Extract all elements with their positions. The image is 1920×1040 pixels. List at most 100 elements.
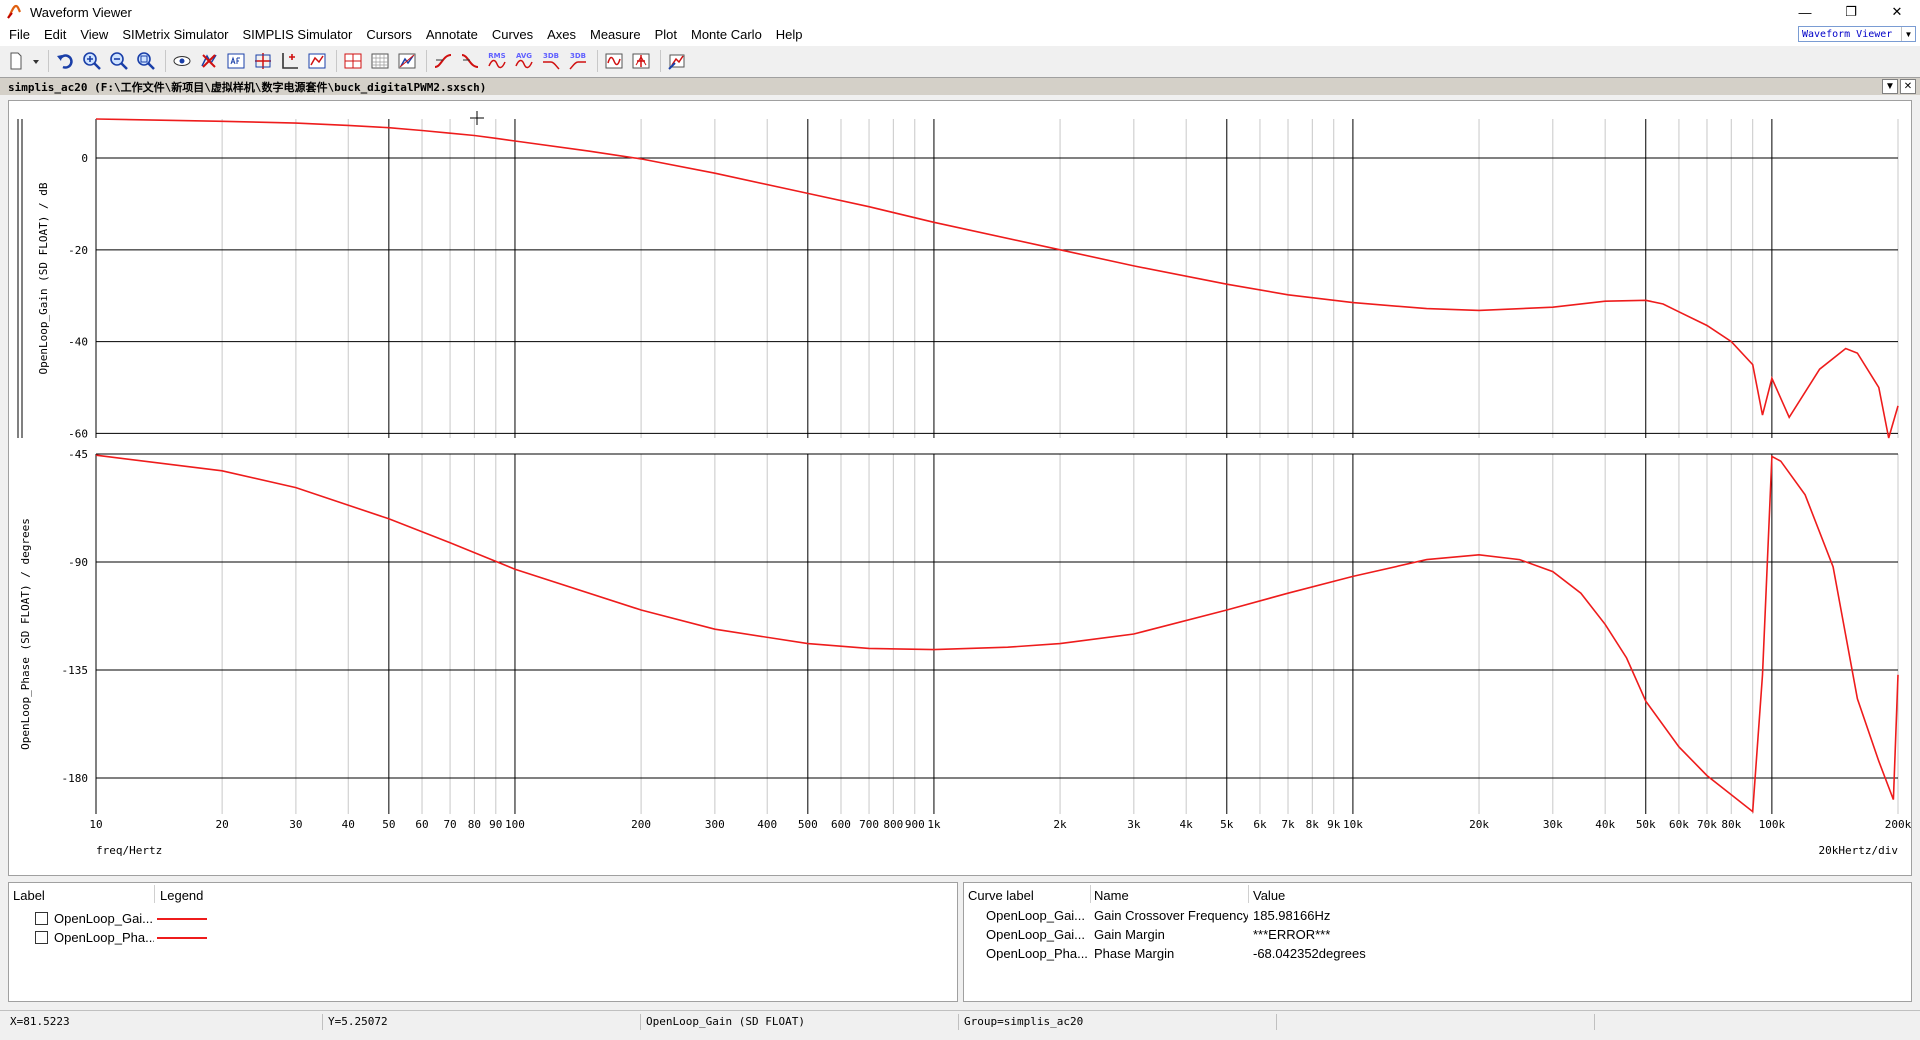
x-tick-label: 20 bbox=[215, 818, 228, 831]
meas-header-curve-label[interactable]: Curve label bbox=[968, 888, 1034, 903]
toolbar-separator bbox=[336, 50, 337, 72]
chart-measure-icon[interactable] bbox=[395, 49, 419, 73]
zoom-out-icon[interactable] bbox=[107, 49, 131, 73]
toolbar: RMS AVG 3DB 3DB bbox=[0, 46, 1920, 76]
column-divider[interactable] bbox=[154, 885, 155, 903]
grid-icon[interactable] bbox=[368, 49, 392, 73]
fall-icon[interactable] bbox=[458, 49, 482, 73]
legend-row-phase[interactable]: OpenLoop_Pha... bbox=[9, 928, 154, 947]
wizard-icon[interactable] bbox=[665, 49, 689, 73]
x-tick-label: 500 bbox=[798, 818, 818, 831]
menu-monte-carlo[interactable]: Monte Carlo bbox=[684, 24, 769, 46]
menu-simplis-simulator[interactable]: SIMPLIS Simulator bbox=[236, 24, 360, 46]
waveform-viewer-window: Waveform Viewer — ❐ ✕ File Edit View SIM… bbox=[0, 0, 1920, 1040]
y-tick-label: -135 bbox=[62, 664, 89, 677]
x-tick-label: 4k bbox=[1180, 818, 1194, 831]
zoom-fit-icon[interactable] bbox=[134, 49, 158, 73]
y-tick-label: -60 bbox=[68, 427, 88, 440]
meas-value: 185.98166Hz bbox=[1253, 908, 1331, 923]
close-button[interactable]: ✕ bbox=[1874, 0, 1920, 24]
rms-icon[interactable]: RMS bbox=[485, 49, 509, 73]
x-tick-label: 70 bbox=[443, 818, 456, 831]
bode-plot[interactable]: 0 -20 -40 -60 OpenLoop_Gain (SD FLOAT) / dB -… bbox=[9, 101, 1911, 875]
x-tick-label: 700 bbox=[859, 818, 879, 831]
menu-curves[interactable]: Curves bbox=[485, 24, 540, 46]
status-separator bbox=[1594, 1014, 1595, 1030]
x-tick-label: 90 bbox=[489, 818, 502, 831]
menu-measure[interactable]: Measure bbox=[583, 24, 648, 46]
x-tick-label: 400 bbox=[757, 818, 777, 831]
zoom-in-icon[interactable] bbox=[80, 49, 104, 73]
menu-axes[interactable]: Axes bbox=[540, 24, 583, 46]
graph-tab-title[interactable]: simplis_ac20 (F:\工作文件\新项目\虚拟样机\数字电源套件\bu… bbox=[0, 79, 486, 95]
view-icon[interactable] bbox=[170, 49, 194, 73]
x-tick-label: 8k bbox=[1306, 818, 1320, 831]
new-icon[interactable] bbox=[4, 49, 28, 73]
x-scale-label: 20kHertz/div bbox=[1819, 844, 1899, 857]
x-tick-label: 40k bbox=[1595, 818, 1615, 831]
dropdown-arrow-icon[interactable] bbox=[31, 49, 41, 73]
column-divider[interactable] bbox=[1090, 885, 1091, 903]
graph-menu-button[interactable]: ▼ bbox=[1882, 79, 1898, 94]
table-row[interactable]: OpenLoop_Pha... Phase Margin -68.042352d… bbox=[964, 946, 1904, 965]
status-separator bbox=[640, 1014, 641, 1030]
column-divider[interactable] bbox=[1248, 885, 1249, 903]
view-select[interactable]: Waveform Viewer ▼ bbox=[1798, 26, 1916, 42]
window-controls: — ❐ ✕ bbox=[1782, 0, 1920, 24]
x-tick-label: 900 bbox=[905, 818, 925, 831]
histogram-icon[interactable] bbox=[629, 49, 653, 73]
meas-curve: OpenLoop_Gai... bbox=[986, 908, 1086, 923]
undo-icon[interactable] bbox=[53, 49, 77, 73]
menu-cursors[interactable]: Cursors bbox=[359, 24, 419, 46]
status-separator bbox=[322, 1014, 323, 1030]
x-tick-label: 5k bbox=[1220, 818, 1234, 831]
toolbar-separator bbox=[48, 50, 49, 72]
curve-phase bbox=[95, 454, 1899, 814]
legend-row-gain[interactable]: OpenLoop_Gai... bbox=[9, 909, 154, 928]
x-tick-label: 80k bbox=[1721, 818, 1741, 831]
rms-label: RMS bbox=[488, 52, 505, 60]
menu-annotate[interactable]: Annotate bbox=[419, 24, 485, 46]
menu-edit[interactable]: Edit bbox=[37, 24, 73, 46]
table-row[interactable]: OpenLoop_Gai... Gain Margin ***ERROR*** bbox=[964, 927, 1904, 946]
menu-file[interactable]: File bbox=[2, 24, 37, 46]
legend-checkbox-gain[interactable] bbox=[35, 912, 48, 925]
x-tick-label: 800 bbox=[883, 818, 903, 831]
plot-area[interactable]: 0 -20 -40 -60 OpenLoop_Gain (SD FLOAT) / dB -… bbox=[8, 100, 1912, 876]
fft-icon[interactable] bbox=[602, 49, 626, 73]
x-tick-label: 9k bbox=[1327, 818, 1341, 831]
meas-name: Gain Margin bbox=[1094, 927, 1165, 942]
legend-header-label[interactable]: Label bbox=[13, 888, 45, 903]
toolbar-separator bbox=[165, 50, 166, 72]
avg-icon[interactable]: AVG bbox=[512, 49, 536, 73]
3db-low-icon[interactable]: 3DB bbox=[539, 49, 563, 73]
measure-icon[interactable] bbox=[305, 49, 329, 73]
new-axis-icon[interactable] bbox=[278, 49, 302, 73]
legend-header-legend[interactable]: Legend bbox=[160, 888, 203, 903]
restore-button[interactable]: ❐ bbox=[1828, 0, 1874, 24]
graph-close-button[interactable]: ✕ bbox=[1900, 79, 1916, 94]
meas-header-value[interactable]: Value bbox=[1253, 888, 1285, 903]
text-icon[interactable] bbox=[224, 49, 248, 73]
graph-strip-buttons: ▼ ✕ bbox=[1880, 79, 1916, 94]
view-select-value: Waveform Viewer bbox=[1802, 28, 1893, 40]
delete-curve-icon[interactable] bbox=[197, 49, 221, 73]
menu-simetrix-simulator[interactable]: SIMetrix Simulator bbox=[115, 24, 235, 46]
cursor-icon[interactable] bbox=[251, 49, 275, 73]
new-grid-icon[interactable] bbox=[341, 49, 365, 73]
x-tick-label: 3k bbox=[1127, 818, 1141, 831]
menu-view[interactable]: View bbox=[73, 24, 115, 46]
rise-icon[interactable] bbox=[431, 49, 455, 73]
3db-high-icon[interactable]: 3DB bbox=[566, 49, 590, 73]
meas-header-name[interactable]: Name bbox=[1094, 888, 1129, 903]
legend-checkbox-phase[interactable] bbox=[35, 931, 48, 944]
table-row[interactable]: OpenLoop_Gai... Gain Crossover Frequency… bbox=[964, 908, 1904, 927]
menu-help[interactable]: Help bbox=[769, 24, 810, 46]
status-bar: X=81.5223 Y=5.25072 OpenLoop_Gain (SD FL… bbox=[0, 1010, 1920, 1032]
x-tick-label: 100 bbox=[505, 818, 525, 831]
menu-plot[interactable]: Plot bbox=[648, 24, 684, 46]
minimize-button[interactable]: — bbox=[1782, 0, 1828, 24]
legend-line-phase bbox=[157, 937, 207, 939]
x-tick-label: 20k bbox=[1469, 818, 1489, 831]
status-separator bbox=[1276, 1014, 1277, 1030]
